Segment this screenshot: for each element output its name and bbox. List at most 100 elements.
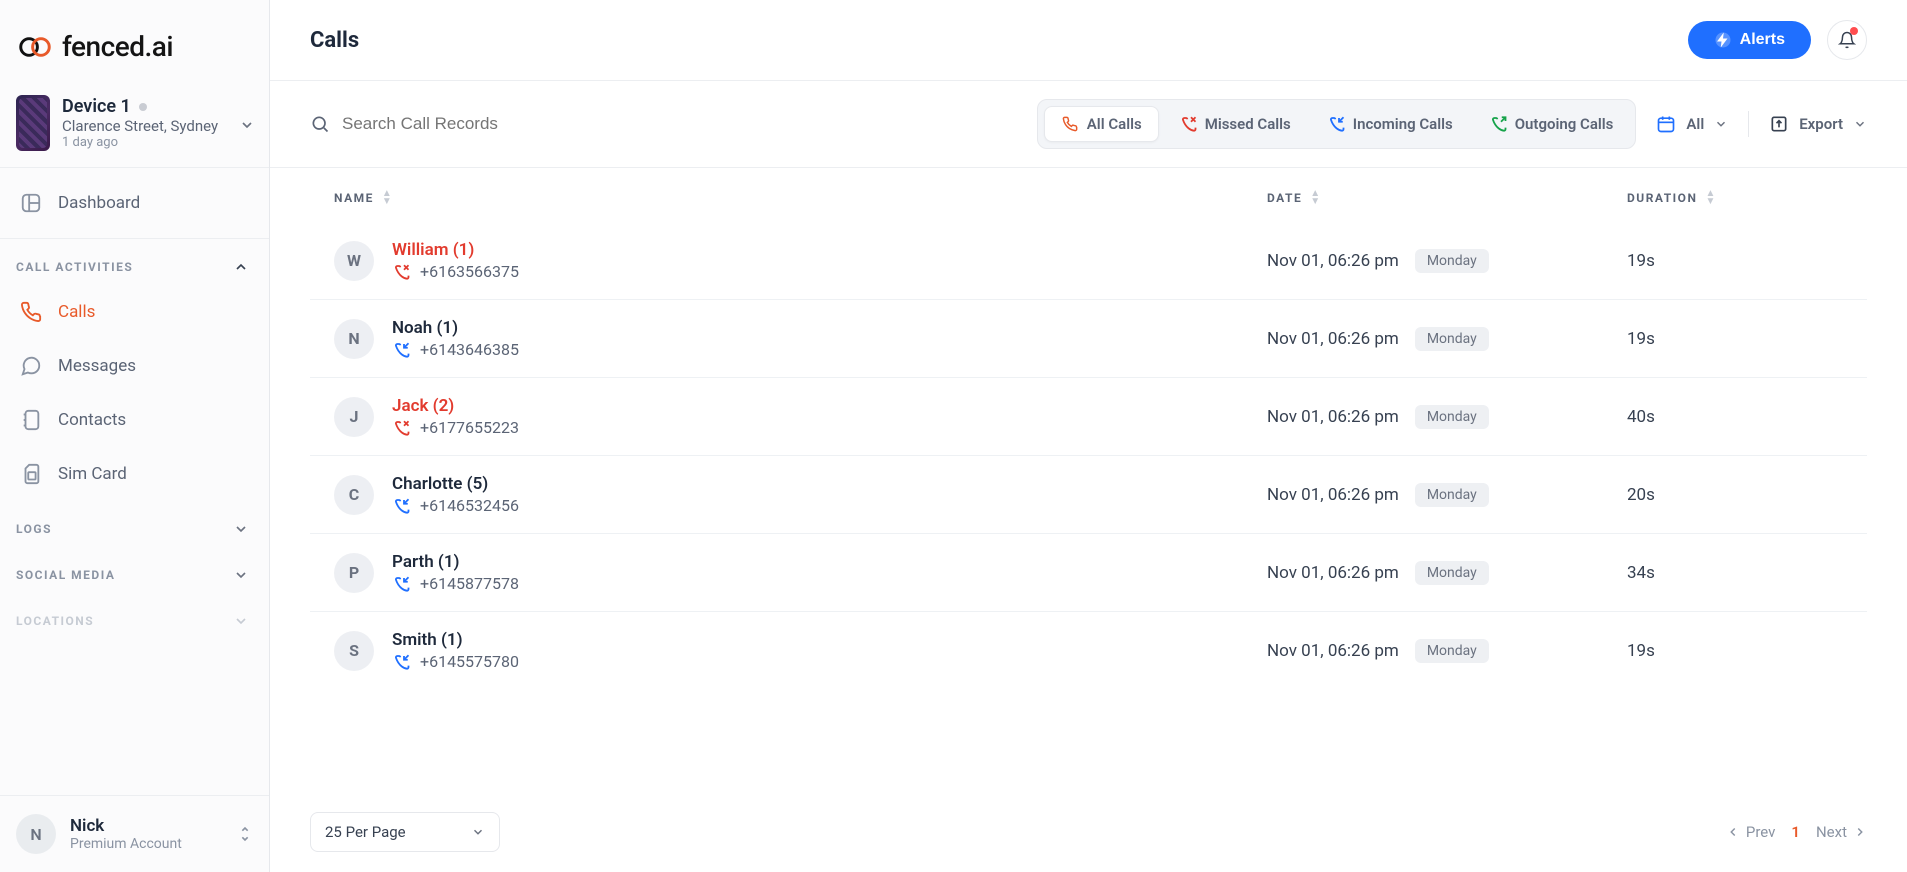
- group-locations[interactable]: LOCATIONS: [0, 593, 269, 639]
- sidebar: fenced.ai Device 1 Clarence Street, Sydn…: [0, 0, 270, 872]
- nav-messages[interactable]: Messages: [0, 339, 269, 393]
- table-row[interactable]: S Smith (1) +6145575780 Nov 01, 06:26 pmMon…: [310, 611, 1867, 689]
- table-row[interactable]: N Noah (1) +6143646385 Nov 01, 06:26 pmMond…: [310, 299, 1867, 377]
- main-content: Calls Alerts: [270, 0, 1907, 872]
- phone-icon: [1061, 115, 1079, 133]
- per-page-selector[interactable]: 25 Per Page: [310, 812, 500, 852]
- messages-icon: [20, 355, 42, 377]
- bolt-icon: [1714, 31, 1732, 49]
- duration-cell: 40s: [1627, 407, 1867, 427]
- contact-avatar: P: [334, 553, 374, 593]
- tab-all-calls[interactable]: All Calls: [1044, 106, 1159, 142]
- contact-phone: +6163566375: [392, 262, 519, 281]
- chevron-down-icon: [1714, 117, 1728, 131]
- table-footer: 25 Per Page Prev 1 Next: [270, 792, 1907, 872]
- table-row[interactable]: WWilliam (1)+6163566375Nov 01, 06:26 pmM…: [310, 222, 1867, 299]
- user-name: Nick: [70, 816, 182, 836]
- user-plan: Premium Account: [70, 836, 182, 852]
- day-chip: Monday: [1415, 249, 1489, 273]
- missed-call-icon: [392, 419, 410, 437]
- contact-phone: +6177655223: [392, 418, 519, 437]
- col-name[interactable]: NAME ▲▼: [334, 190, 1267, 206]
- day-chip: Monday: [1415, 327, 1489, 351]
- day-chip: Monday: [1415, 405, 1489, 429]
- contact-phone: +6145575780: [392, 652, 519, 671]
- nav-sim-card[interactable]: Sim Card: [0, 447, 269, 501]
- nav-dashboard[interactable]: Dashboard: [0, 168, 269, 239]
- contacts-icon: [20, 409, 42, 431]
- date-cell: Nov 01, 06:26 pmMonday: [1267, 561, 1627, 585]
- contact-avatar: S: [334, 631, 374, 671]
- prev-button[interactable]: Prev: [1726, 823, 1776, 841]
- name-cell: S Smith (1) +6145575780: [334, 630, 1267, 671]
- contact-phone: +6143646385: [392, 340, 519, 359]
- missed-call-icon: [1179, 115, 1197, 133]
- chevron-down-icon: [233, 567, 249, 583]
- nav-calls[interactable]: Calls: [0, 285, 269, 339]
- table-row[interactable]: CCharlotte (5)+6146532456Nov 01, 06:26 p…: [310, 455, 1867, 533]
- incoming-call-icon: [392, 575, 410, 593]
- nav-contacts[interactable]: Contacts: [0, 393, 269, 447]
- day-chip: Monday: [1415, 639, 1489, 663]
- sort-icon: ▲▼: [1310, 190, 1321, 206]
- contact-avatar: N: [334, 319, 374, 359]
- incoming-call-icon: [392, 341, 410, 359]
- name-cell: CCharlotte (5)+6146532456: [334, 474, 1267, 515]
- chevron-down-icon: [233, 521, 249, 537]
- missed-call-icon: [392, 263, 410, 281]
- sort-icon: ▲▼: [382, 190, 393, 206]
- group-social-media[interactable]: SOCIAL MEDIA: [0, 547, 269, 593]
- name-cell: PParth (1)+6145877578: [334, 552, 1267, 593]
- device-selector[interactable]: Device 1 Clarence Street, Sydney 1 day a…: [0, 83, 269, 168]
- date-cell: Nov 01, 06:26 pmMonday: [1267, 249, 1627, 273]
- brand-logo-icon: [16, 33, 54, 61]
- col-date[interactable]: DATE ▲▼: [1267, 190, 1627, 206]
- duration-cell: 34s: [1627, 563, 1867, 583]
- contact-phone: +6145877578: [392, 574, 519, 593]
- notifications-button[interactable]: [1827, 20, 1867, 60]
- table-row[interactable]: PParth (1)+6145877578Nov 01, 06:26 pmMon…: [310, 533, 1867, 611]
- dashboard-icon: [20, 192, 42, 214]
- device-last-seen: 1 day ago: [62, 135, 218, 150]
- alerts-button[interactable]: Alerts: [1688, 21, 1811, 59]
- date-range-selector[interactable]: All: [1656, 114, 1728, 134]
- group-logs[interactable]: LOGS: [0, 501, 269, 547]
- export-button[interactable]: Export: [1769, 114, 1867, 134]
- chevron-up-icon: [233, 259, 249, 275]
- chevron-down-icon: [239, 117, 255, 133]
- chevron-down-icon: [1853, 117, 1867, 131]
- next-button[interactable]: Next: [1816, 823, 1867, 841]
- search-wrap: [310, 114, 1017, 134]
- contact-name: Smith (1): [392, 630, 519, 650]
- name-cell: N Noah (1) +6143646385: [334, 318, 1267, 359]
- tab-outgoing-calls[interactable]: Outgoing Calls: [1473, 107, 1630, 141]
- date-cell: Nov 01, 06:26 pmMonday: [1267, 639, 1627, 663]
- day-chip: Monday: [1415, 561, 1489, 585]
- tab-incoming-calls[interactable]: Incoming Calls: [1311, 107, 1469, 141]
- table-row[interactable]: JJack (2)+6177655223Nov 01, 06:26 pmMond…: [310, 377, 1867, 455]
- pagination: Prev 1 Next: [1726, 823, 1867, 841]
- date-cell: Nov 01, 06:26 pmMonday: [1267, 327, 1627, 351]
- chevron-down-icon: [233, 613, 249, 629]
- brand-name: fenced.ai: [62, 30, 173, 63]
- outgoing-call-icon: [1489, 115, 1507, 133]
- chevron-down-icon: [471, 825, 485, 839]
- contact-name: Noah (1): [392, 318, 519, 338]
- col-duration[interactable]: DURATION ▲▼: [1627, 190, 1867, 206]
- day-chip: Monday: [1415, 483, 1489, 507]
- user-avatar: N: [16, 814, 56, 854]
- name-cell: WWilliam (1)+6163566375: [334, 240, 1267, 281]
- duration-cell: 19s: [1627, 641, 1867, 661]
- table-header: NAME ▲▼ DATE ▲▼ DURATION ▲▼: [310, 168, 1867, 222]
- tab-missed-calls[interactable]: Missed Calls: [1163, 107, 1307, 141]
- contact-avatar: J: [334, 397, 374, 437]
- contact-name: Charlotte (5): [392, 474, 519, 494]
- calendar-icon: [1656, 114, 1676, 134]
- notification-dot-icon: [1850, 27, 1858, 35]
- incoming-call-icon: [1327, 115, 1345, 133]
- divider: [1748, 111, 1749, 137]
- search-input[interactable]: [342, 114, 642, 134]
- current-user[interactable]: N Nick Premium Account: [0, 795, 269, 872]
- contact-avatar: C: [334, 475, 374, 515]
- group-call-activities[interactable]: CALL ACTIVITIES: [0, 239, 269, 285]
